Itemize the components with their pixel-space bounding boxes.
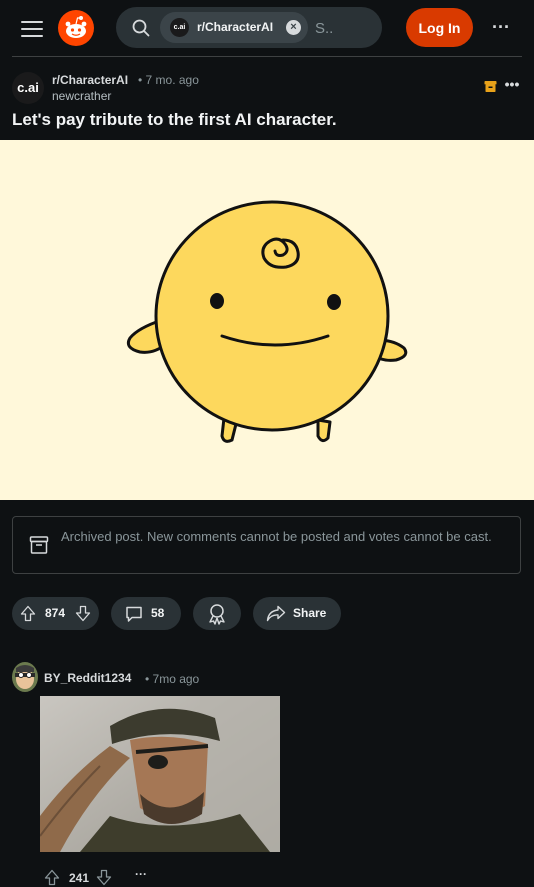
comment-author[interactable]: BY_Reddit1234 [44,671,131,685]
post-meta: c.ai r/CharacterAI • 7 mo. ago newcrathe… [12,72,522,106]
post-author[interactable]: newcrather [52,89,111,103]
comment: BY_Reddit1234 • 7mo ago 241 ··· [12,662,522,887]
vote-control: 874 [12,597,99,630]
subreddit-chip-label: r/CharacterAI [197,20,274,34]
simsimi-mascot-illustration [126,200,408,443]
downvote-icon[interactable] [75,605,91,622]
archived-notice: Archived post. New comments cannot be po… [12,516,521,574]
share-label: Share [293,606,327,620]
search-icon [132,19,150,37]
post-timestamp: • 7 mo. ago [138,73,199,87]
comment-count: 58 [151,606,165,620]
comment-icon [126,606,142,622]
post-image[interactable] [0,140,534,500]
share-button[interactable]: Share [253,597,341,630]
award-button[interactable] [193,597,241,630]
header-divider [12,56,522,57]
top-bar: c.ai r/CharacterAI × Log In ··· [0,0,534,56]
close-icon[interactable]: × [286,20,301,35]
comment-gif[interactable] [40,696,280,852]
upvote-icon[interactable] [20,605,36,622]
comments-button[interactable]: 58 [111,597,181,630]
comment-timestamp: • 7mo ago [145,672,200,686]
archive-box-icon [29,536,49,554]
saluting-soldier-image [40,696,280,852]
login-button[interactable]: Log In [406,8,473,47]
archived-notice-text: Archived post. New comments cannot be po… [61,529,492,544]
comment-downvote-icon[interactable] [96,869,112,886]
archive-icon [484,81,497,92]
post-more-icon[interactable]: ••• [502,76,522,96]
comment-avatar[interactable] [12,662,38,692]
vote-count: 874 [45,606,66,620]
comment-actions: 241 ··· [40,867,240,887]
search-input[interactable] [315,17,370,39]
comment-upvote-icon[interactable] [44,869,60,886]
reddit-logo-icon[interactable] [58,10,94,46]
share-icon [266,605,286,622]
search-bar[interactable]: c.ai r/CharacterAI × [116,7,382,48]
post-action-bar: 874 58 Share [12,597,522,630]
comment-more-icon[interactable]: ··· [132,867,150,885]
subreddit-avatar[interactable]: c.ai [12,72,44,104]
subreddit-chip-avatar: c.ai [170,18,189,37]
comment-vote-count: 241 [69,871,90,885]
hamburger-menu-icon[interactable] [18,16,46,40]
subreddit-filter-chip[interactable]: c.ai r/CharacterAI × [160,12,308,43]
post-title[interactable]: Let's pay tribute to the first AI charac… [12,110,337,130]
award-icon [209,604,225,625]
more-options-icon[interactable]: ··· [488,16,514,40]
subreddit-link[interactable]: r/CharacterAI [52,73,128,87]
